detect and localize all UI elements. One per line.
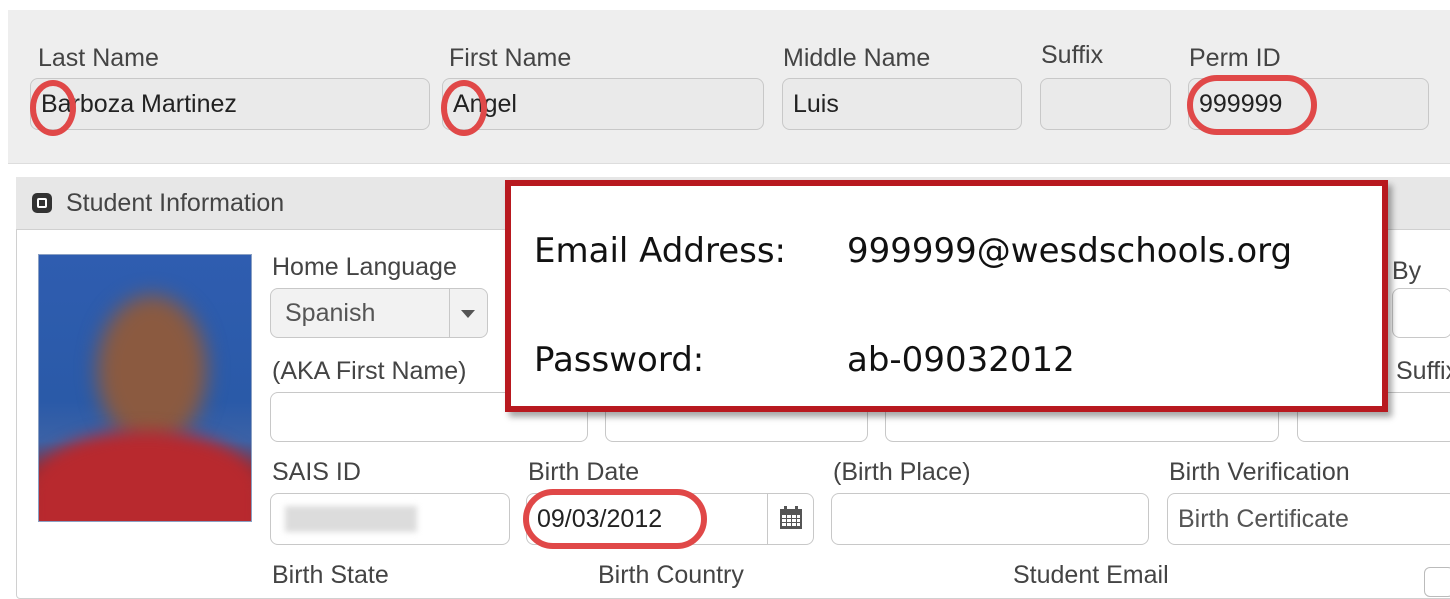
password-label: Password: <box>534 340 705 380</box>
suffix-label: Suffix <box>1041 41 1104 69</box>
birth-place-label: (Birth Place) <box>833 458 971 486</box>
sais-id-redacted <box>285 506 417 532</box>
first-name-field[interactable]: Angel <box>442 78 764 130</box>
birth-date-field[interactable]: 09/03/2012 <box>526 493 814 545</box>
perm-id-field[interactable]: 999999 <box>1188 78 1429 130</box>
password-value: ab-09032012 <box>847 340 1075 380</box>
sais-id-field[interactable] <box>270 493 510 545</box>
birth-date-label: Birth Date <box>528 458 640 486</box>
aka-first-name-label: (AKA First Name) <box>272 357 467 385</box>
collapse-square-icon[interactable] <box>32 193 52 213</box>
select-divider <box>449 289 450 337</box>
calendar-icon[interactable] <box>779 506 803 530</box>
birth-country-label: Birth Country <box>598 561 744 589</box>
perm-id-label: Perm ID <box>1189 44 1281 72</box>
credentials-callout: Email Address: 999999@wesdschools.org Pa… <box>505 180 1388 412</box>
panel-title: Student Information <box>66 189 285 217</box>
birth-state-label: Birth State <box>272 561 389 589</box>
student-email-label: Student Email <box>1013 561 1169 589</box>
student-photo <box>38 254 252 522</box>
birth-date-value: 09/03/2012 <box>537 505 663 533</box>
suffix-field[interactable] <box>1040 78 1171 130</box>
chevron-down-icon[interactable] <box>461 310 475 318</box>
last-name-label: Last Name <box>38 44 159 72</box>
by-field[interactable] <box>1392 288 1450 338</box>
first-name-label: First Name <box>449 44 572 72</box>
birth-verification-label: Birth Verification <box>1169 458 1350 486</box>
by-label: By <box>1392 257 1422 285</box>
home-language-label: Home Language <box>272 253 457 281</box>
email-address-label: Email Address: <box>534 231 786 271</box>
date-divider <box>767 494 768 544</box>
home-language-value: Spanish <box>285 299 376 327</box>
aka-suffix-label: Suffix <box>1396 357 1450 385</box>
birth-verification-field[interactable]: Birth Certificate <box>1167 493 1450 545</box>
birth-verification-value: Birth Certificate <box>1178 505 1349 533</box>
birth-place-field[interactable] <box>831 493 1149 545</box>
student-email-checkbox[interactable] <box>1424 567 1450 597</box>
sais-id-label: SAIS ID <box>272 458 361 486</box>
email-address-value: 999999@wesdschools.org <box>847 231 1293 271</box>
last-name-field[interactable]: Barboza Martinez <box>30 78 430 130</box>
home-language-select[interactable]: Spanish <box>270 288 488 338</box>
middle-name-field[interactable]: Luis <box>782 78 1022 130</box>
middle-name-label: Middle Name <box>783 44 931 72</box>
